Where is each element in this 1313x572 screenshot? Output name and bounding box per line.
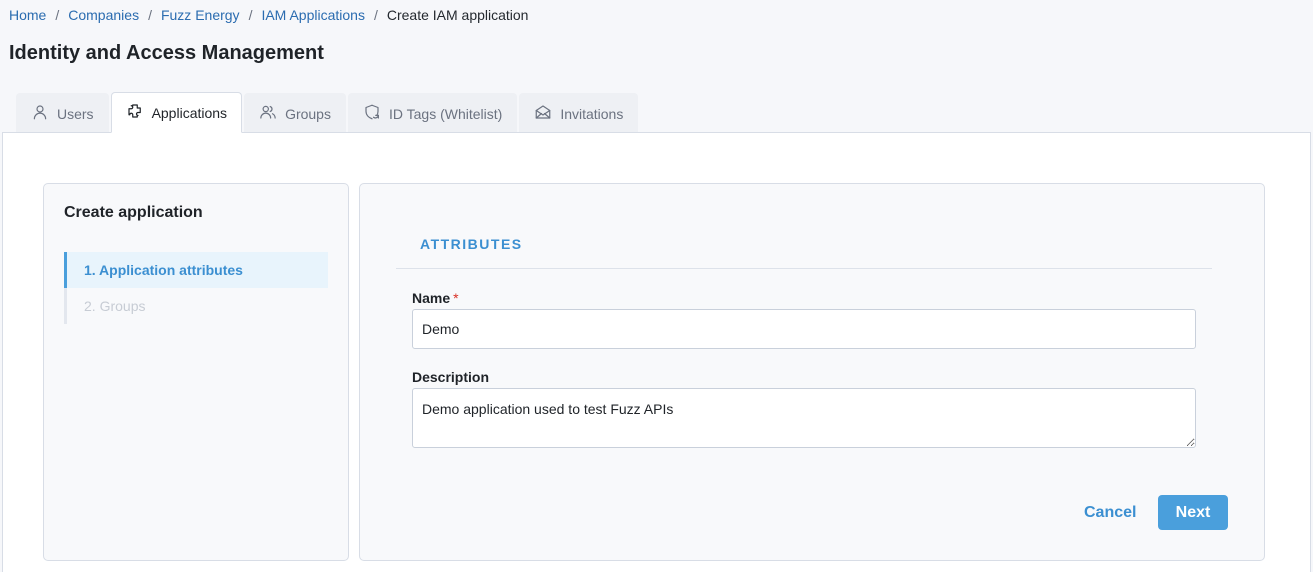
users-icon [259,103,277,124]
breadcrumb-separator: / [148,7,152,23]
breadcrumb-separator: / [248,7,253,23]
breadcrumb-current: Create IAM application [386,7,529,23]
required-marker: * [453,290,459,306]
description-field-label: Description [412,369,490,385]
wizard-step-groups: 2. Groups [64,288,328,324]
tab-label: Invitations [560,105,624,122]
section-title: ATTRIBUTES [420,236,523,252]
cancel-button[interactable]: Cancel [1076,496,1144,530]
tab-users[interactable]: Users [16,93,109,133]
tab-groups[interactable]: Groups [244,93,346,133]
page-title: Identity and Access Management [9,42,324,64]
puzzle-icon [126,102,144,123]
wizard-step-application-attributes[interactable]: 1. Application attributes [64,252,328,288]
wizard-steps-panel: Create application 1. Application attrib… [43,183,349,561]
user-icon [31,103,49,124]
tab-bar: Users Applications Groups ID Tags (White… [16,92,640,133]
breadcrumb-separator: / [373,7,378,23]
tab-label: Applications [151,104,228,121]
shield-refresh-icon [363,103,381,124]
mail-open-icon [534,103,552,124]
wizard-title: Create application [64,204,203,221]
tab-label: ID Tags (Whitelist) [388,105,503,122]
tab-label: Groups [285,105,331,122]
breadcrumb-home-link[interactable]: Home [9,7,46,23]
name-field-label: Name * [412,290,459,306]
section-divider [396,268,1212,269]
tab-invitations[interactable]: Invitations [519,93,639,133]
name-input[interactable] [412,309,1196,349]
breadcrumb-separator: / [55,7,60,23]
tab-id-tags[interactable]: ID Tags (Whitelist) [347,93,518,133]
breadcrumb-companies-link[interactable]: Companies [68,7,139,23]
name-label-text: Name [412,290,451,306]
next-button[interactable]: Next [1158,495,1228,530]
tab-content-panel: Create application 1. Application attrib… [2,132,1311,572]
breadcrumb: Home / Companies / Fuzz Energy / IAM App… [9,5,528,25]
breadcrumb-company-link[interactable]: Fuzz Energy [161,7,240,23]
breadcrumb-iam-applications-link[interactable]: IAM Applications [261,7,365,23]
attributes-form: ATTRIBUTES Name* Description Demo applic… [359,183,1265,561]
tab-applications[interactable]: Applications [110,92,243,133]
description-textarea[interactable]: Demo application used to test Fuzz APIs [412,388,1196,448]
tab-label: Users [57,105,94,122]
